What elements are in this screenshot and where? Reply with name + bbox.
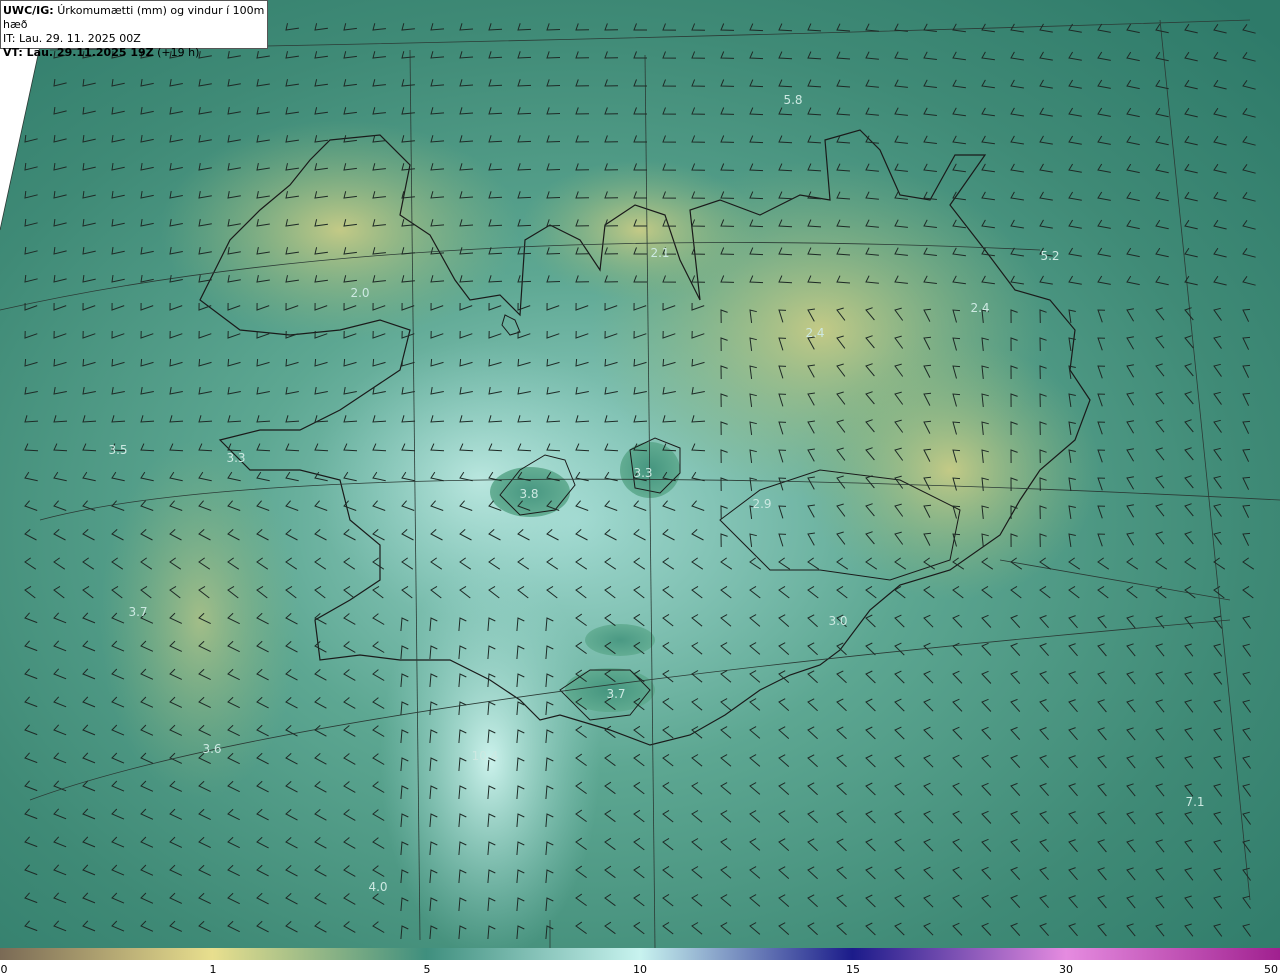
colorbar-tick-label: 30	[1059, 963, 1073, 976]
precip-value-label: 3.3	[226, 451, 246, 465]
precip-value-label: 2.1	[650, 246, 670, 260]
valid-time: VT: Lau. 29.11.2025 19Z	[3, 46, 154, 59]
precip-value-label: 3.7	[128, 605, 148, 619]
precip-value-label: 3.8	[519, 487, 539, 501]
colorbar-tick-label: 0	[0, 963, 8, 976]
precip-value-label: 4.0	[368, 880, 388, 894]
precip-value-label: 5.8	[783, 93, 803, 107]
colorbar	[0, 948, 1280, 960]
precip-value-label: 2.0	[350, 286, 370, 300]
precip-value-label: 2.4	[970, 301, 990, 315]
precip-value-label: 2.9	[752, 497, 772, 511]
precip-value-label: 3.0	[828, 614, 848, 628]
product-code: UWC/IG:	[3, 4, 54, 17]
precip-value-label: 3.7	[606, 687, 626, 701]
colorbar-tick-label: 5	[423, 963, 431, 976]
precip-value-label: 3.3	[633, 466, 653, 480]
colorbar-tick-label: 50	[1264, 963, 1278, 976]
precip-value-label: 3.5	[108, 443, 128, 457]
precip-value-label: 3.6	[202, 742, 222, 756]
colorbar-tick-label: 15	[846, 963, 860, 976]
precip-value-label: 5.2	[1040, 249, 1060, 263]
map-title-box: UWC/IG: Úrkomumætti (mm) og vindur í 100…	[0, 0, 268, 59]
colorbar-tick-label: 10	[633, 963, 647, 976]
colorbar-tick-label: 1	[209, 963, 217, 976]
precip-value-label: 2.4	[805, 326, 825, 340]
forecast-lead: (+19 h)	[157, 46, 200, 59]
precip-value-label: 7.1	[1185, 795, 1205, 809]
initial-time: IT: Lau. 29. 11. 2025 00Z	[3, 32, 141, 45]
precip-value-label: 10.4	[471, 749, 499, 763]
